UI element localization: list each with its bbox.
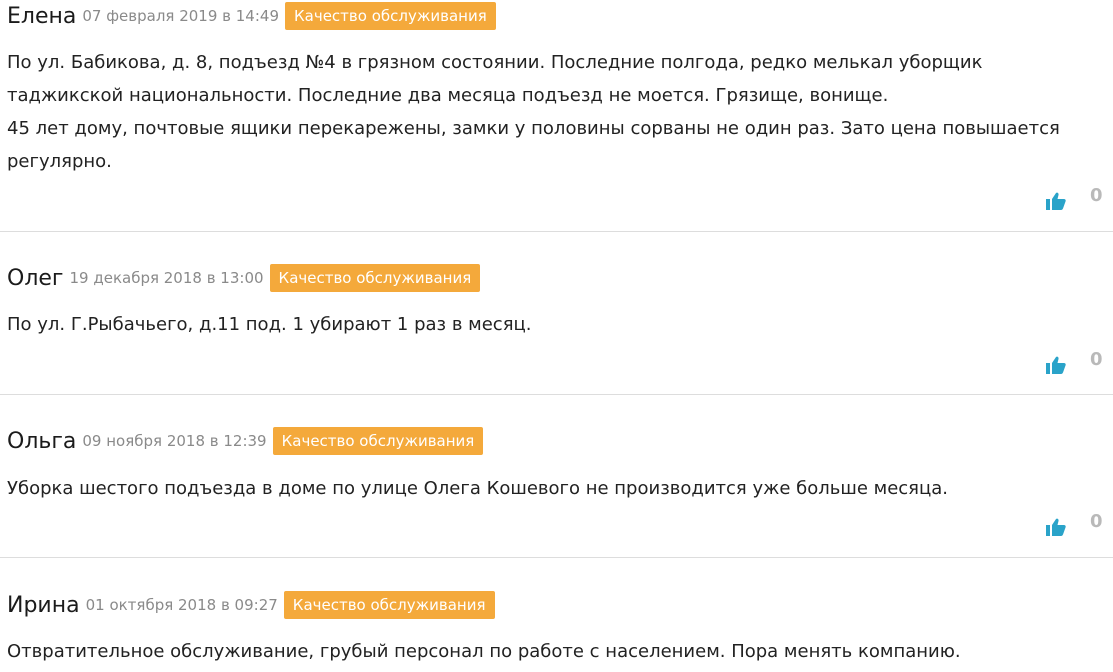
review-text: Уборка шестого подъезда в доме по улице …	[7, 472, 1102, 505]
review-header: Елена 07 февраля 2019 в 14:49 Качество о…	[7, 2, 496, 30]
review-header: Ольга 09 ноября 2018 в 12:39 Качество об…	[7, 427, 484, 455]
like-button[interactable]	[1046, 192, 1066, 210]
like-count: 0	[1090, 511, 1103, 532]
review-list: Елена 07 февраля 2019 в 14:49 Качество о…	[0, 0, 1113, 672]
review-item: Ольга 09 ноября 2018 в 12:39 Качество об…	[0, 395, 1113, 557]
thumbs-up-icon	[1046, 518, 1066, 536]
review-author: Ольга	[7, 428, 77, 454]
review-text: Отвратительное обслуживание, грубый перс…	[7, 635, 1102, 668]
review-date: 09 ноября 2018 в 12:39	[82, 432, 267, 450]
review-author: Олег	[7, 265, 64, 291]
like-button[interactable]	[1046, 518, 1066, 536]
like-count: 0	[1090, 349, 1103, 370]
review-date: 19 декабря 2018 в 13:00	[69, 269, 264, 287]
review-text-content: По ул. Бабикова, д. 8, подъезд №4 в гряз…	[7, 52, 1060, 172]
like-button[interactable]	[1046, 356, 1066, 374]
review-text: По ул. Бабикова, д. 8, подъезд №4 в гряз…	[7, 46, 1102, 178]
review-header: Олег 19 декабря 2018 в 13:00 Качество об…	[7, 264, 481, 292]
review-item: Ирина 01 октября 2018 в 09:27 Качество о…	[0, 558, 1113, 672]
review-text-content: Отвратительное обслуживание, грубый перс…	[7, 641, 961, 662]
like-count: 0	[1090, 185, 1103, 206]
review-text-content: Уборка шестого подъезда в доме по улице …	[7, 478, 949, 499]
review-category-badge[interactable]: Качество обслуживания	[283, 591, 495, 619]
review-text-content: По ул. Г.Рыбачьего, д.11 под. 1 убирают …	[7, 314, 532, 335]
review-category-badge[interactable]: Качество обслуживания	[269, 264, 481, 292]
review-text: По ул. Г.Рыбачьего, д.11 под. 1 убирают …	[7, 308, 1102, 341]
review-item: Елена 07 февраля 2019 в 14:49 Качество о…	[0, 0, 1113, 231]
review-author: Елена	[7, 3, 77, 29]
review-date: 01 октября 2018 в 09:27	[85, 596, 278, 614]
review-date: 07 февраля 2019 в 14:49	[82, 7, 279, 25]
review-item: Олег 19 декабря 2018 в 13:00 Качество об…	[0, 232, 1113, 394]
thumbs-up-icon	[1046, 356, 1066, 374]
thumbs-up-icon	[1046, 192, 1066, 210]
review-header: Ирина 01 октября 2018 в 09:27 Качество о…	[7, 591, 495, 619]
review-category-badge[interactable]: Качество обслуживания	[272, 427, 484, 455]
review-author: Ирина	[7, 592, 80, 618]
review-category-badge[interactable]: Качество обслуживания	[285, 2, 496, 30]
